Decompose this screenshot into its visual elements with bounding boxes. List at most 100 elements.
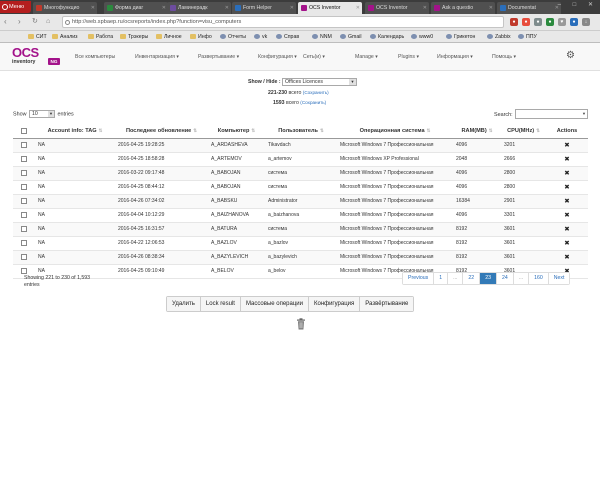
extension-green-icon[interactable]: ● (546, 18, 554, 26)
row-checkbox-cell[interactable] (13, 138, 35, 153)
browser-tab[interactable]: Многофункцио ✕ (33, 2, 97, 14)
total-save-link[interactable]: (Сохранить) (300, 100, 326, 105)
bookmark-item[interactable]: www0 (411, 32, 433, 42)
column-header[interactable]: Компьютер ⇅ (208, 124, 265, 139)
browser-tab[interactable]: Ламинерадк ✕ (167, 2, 231, 14)
row-checkbox[interactable] (21, 225, 27, 232)
table-row[interactable]: NA 2016-04-26 08:38:34 A_BAZYLEVICH a_bazyl… (13, 250, 588, 265)
page-length-select[interactable]: 10 ▼ (29, 110, 55, 118)
window-controls[interactable]: – □ ✕ (558, 1, 598, 8)
page-link[interactable]: 24 (496, 273, 514, 284)
table-cell[interactable]: A_BAIZHANOVA (208, 208, 265, 223)
ocs-inventory-logo[interactable]: OCS inventory NG (12, 46, 62, 67)
row-checkbox-cell[interactable] (13, 166, 35, 181)
action-button[interactable]: Удалить (167, 297, 201, 311)
nav-item[interactable]: Все компьютеры (75, 53, 115, 61)
table-cell[interactable]: A_BELOV (208, 264, 265, 279)
nav-item[interactable]: Информация ▾ (437, 53, 473, 61)
browser-tab[interactable]: Documentat ✕ (497, 2, 561, 14)
delete-row-icon[interactable]: ✖ (546, 250, 588, 265)
bookmark-item[interactable]: Инфо (190, 32, 212, 42)
column-header[interactable]: Account info: TAG ⇅ (35, 124, 115, 139)
delete-row-icon[interactable]: ✖ (546, 180, 588, 195)
bookmark-item[interactable]: Zabbix (487, 32, 511, 42)
search-input[interactable]: ▼ (515, 109, 588, 119)
table-cell[interactable]: A_BAZYLEVICH (208, 250, 265, 265)
table-cell[interactable]: A_ARTEMOV (208, 152, 265, 167)
delete-row-icon[interactable]: ✖ (546, 208, 588, 223)
column-header[interactable]: Пользователь ⇅ (265, 124, 337, 139)
close-icon[interactable]: ✕ (489, 2, 493, 14)
column-header[interactable]: Последнее обновление ⇅ (115, 124, 208, 139)
bookmark-item[interactable]: NNM (312, 32, 332, 42)
url-field[interactable]: http://web.spbaep.ru/ocsreports/index.ph… (62, 16, 504, 28)
table-cell[interactable]: A_BATURA (208, 222, 265, 237)
browser-tab[interactable]: Ask a questio ✕ (431, 2, 495, 14)
trash-icon[interactable] (296, 318, 306, 330)
select-all-checkbox-cell[interactable] (13, 124, 35, 139)
bookmark-item[interactable]: Работа (88, 32, 113, 42)
table-row[interactable]: NA 2016-04-25 08:44:12 A_BABOJAN система Mic… (13, 180, 588, 195)
bookmark-item[interactable]: Грикетон (446, 32, 475, 42)
bookmark-item[interactable]: Отчеты (220, 32, 246, 42)
reload-icon[interactable]: ↻ (32, 17, 38, 27)
row-checkbox[interactable] (21, 197, 27, 204)
browser-tab[interactable]: OCS Inventor ✕ (365, 2, 429, 14)
column-header[interactable]: Операционная система ⇅ (337, 124, 453, 139)
nav-item[interactable]: Развертывание ▾ (198, 53, 239, 61)
row-checkbox[interactable] (21, 155, 27, 162)
column-header[interactable]: CPU(MHz) ⇅ (501, 124, 546, 139)
adblock-icon[interactable]: ● (510, 18, 518, 26)
bookmark-item[interactable]: ППУ (518, 32, 537, 42)
row-checkbox[interactable] (21, 267, 27, 274)
table-row[interactable]: NA 2016-04-25 18:58:28 A_ARTEMOV a_artemov M… (13, 152, 588, 167)
delete-row-icon[interactable]: ✖ (546, 166, 588, 181)
action-button[interactable]: Конфигурация (308, 297, 361, 311)
page-link[interactable]: 22 (463, 273, 481, 284)
vk-icon[interactable]: ● (570, 18, 578, 26)
browser-menu-button[interactable]: Меню (0, 1, 31, 13)
delete-row-icon[interactable]: ✖ (546, 236, 588, 251)
range-save-link[interactable]: (Сохранить) (303, 90, 329, 95)
table-row[interactable]: NA 2016-04-22 12:06:53 A_BAZLOV a_bazlov Mic… (13, 236, 588, 251)
page-link[interactable]: 160 (529, 273, 549, 284)
shield-icon[interactable]: ● (534, 18, 542, 26)
nav-item[interactable]: Plugins ▾ (398, 53, 419, 61)
column-header[interactable]: RAM(MB) ⇅ (453, 124, 501, 139)
home-icon[interactable]: ⌂ (46, 17, 50, 27)
close-icon[interactable]: ✕ (225, 2, 229, 14)
gear-icon[interactable]: ⚙ (566, 51, 575, 61)
table-row[interactable]: NA 2016-03-22 09:17:48 A_BABOJAN система Mic… (13, 166, 588, 181)
show-hide-select[interactable]: Offices Licences ▼ (282, 78, 357, 86)
table-row[interactable]: NA 2016-04-04 10:12:29 A_BAIZHANOVA a_baizh… (13, 208, 588, 223)
row-checkbox-cell[interactable] (13, 152, 35, 167)
row-checkbox-cell[interactable] (13, 194, 35, 209)
table-row[interactable]: NA 2016-04-25 16:31:57 A_BATURA система Micr… (13, 222, 588, 237)
forward-icon[interactable]: › (18, 17, 21, 27)
bookmark-item[interactable]: Календарь (370, 32, 404, 42)
nav-item[interactable]: Помощь ▾ (492, 53, 516, 61)
row-checkbox[interactable] (21, 169, 27, 176)
nav-item[interactable]: Сеть(и) ▾ (303, 53, 325, 61)
page-link[interactable]: 1 (434, 273, 449, 284)
row-checkbox[interactable] (21, 211, 27, 218)
close-icon[interactable]: ✕ (423, 2, 427, 14)
bookmark-item[interactable]: СИТ (28, 32, 47, 42)
browser-tab[interactable]: OCS Inventor ✕ (298, 2, 362, 14)
bookmark-item[interactable]: Справ (276, 32, 299, 42)
delete-row-icon[interactable]: ✖ (546, 222, 588, 237)
page-link[interactable]: 23 (480, 273, 497, 284)
table-row[interactable]: NA 2016-04-26 07:34:02 A_BABSKU Administrat… (13, 194, 588, 209)
close-icon[interactable]: ✕ (356, 2, 360, 14)
delete-row-icon[interactable]: ✖ (546, 194, 588, 209)
row-checkbox[interactable] (21, 141, 27, 148)
column-header[interactable]: Actions (546, 124, 588, 139)
row-checkbox-cell[interactable] (13, 250, 35, 265)
row-checkbox[interactable] (21, 253, 27, 260)
back-icon[interactable]: ‹ (4, 17, 7, 27)
row-checkbox[interactable] (21, 183, 27, 190)
page-link[interactable]: Next (548, 273, 570, 284)
close-icon[interactable]: ✕ (91, 2, 95, 14)
table-cell[interactable]: A_BABSKU (208, 194, 265, 209)
close-icon[interactable]: ✕ (162, 2, 166, 14)
